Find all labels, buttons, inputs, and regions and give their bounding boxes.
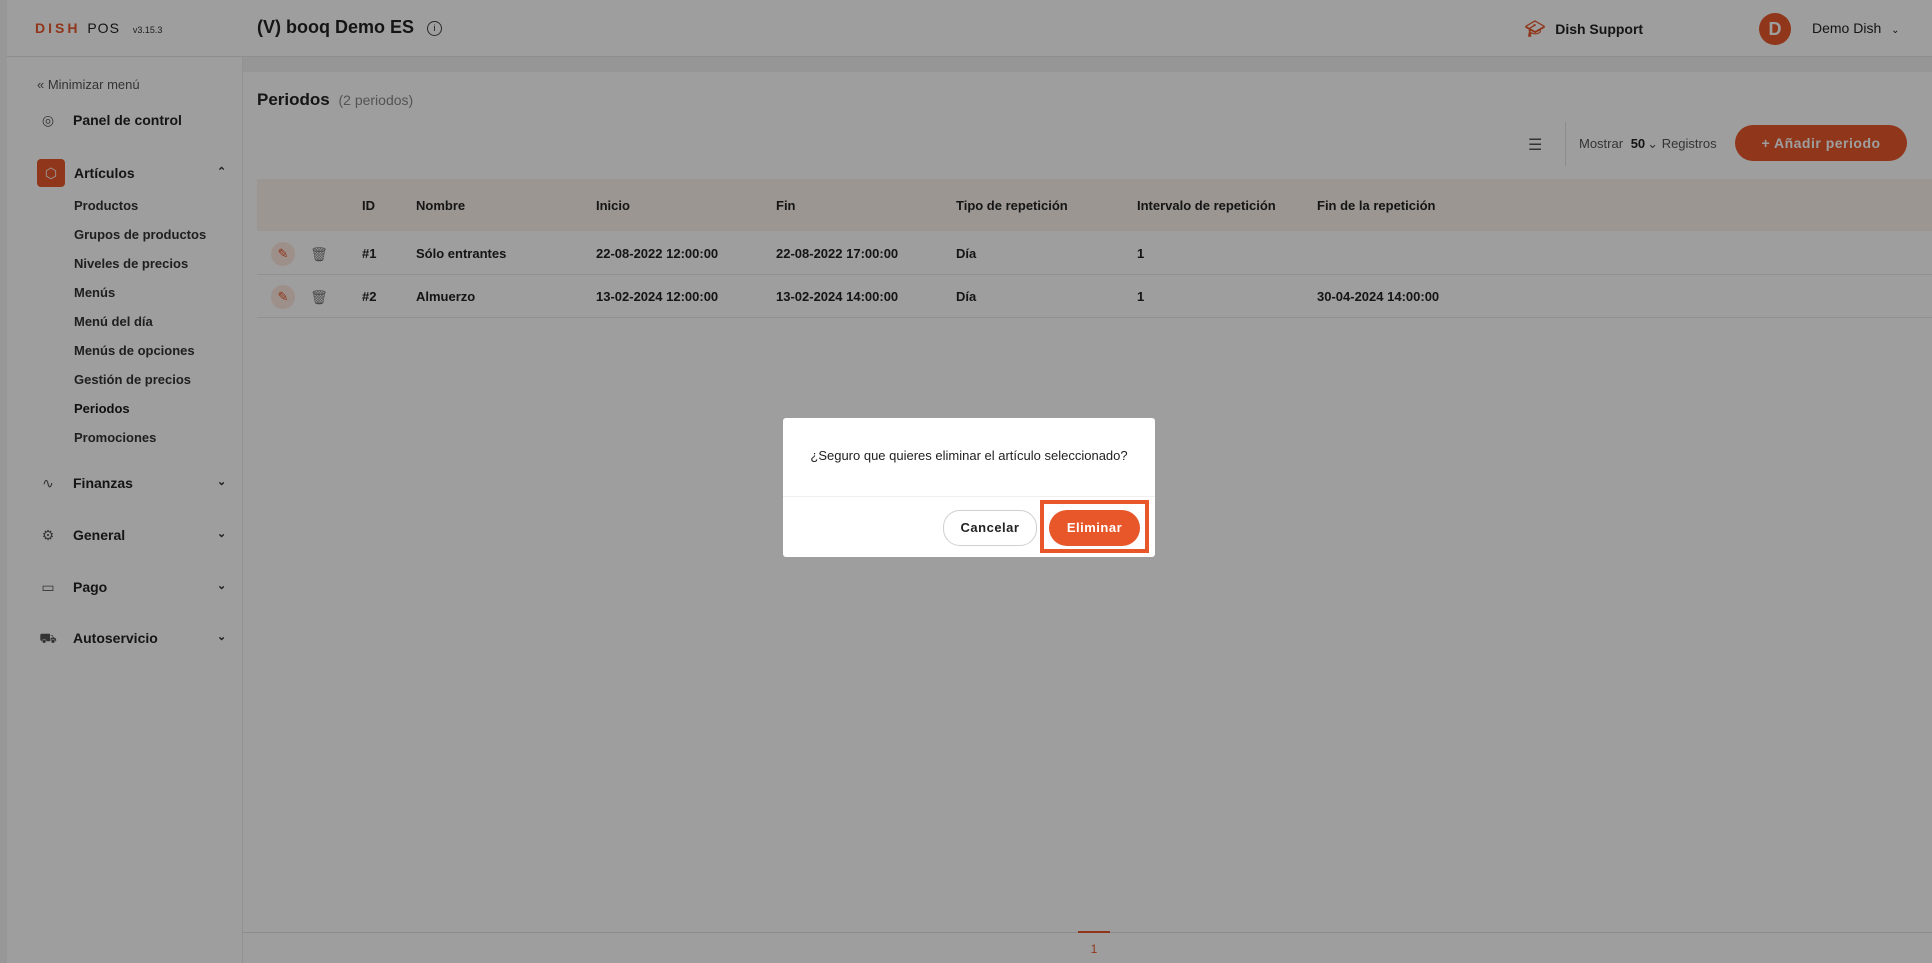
eliminar-button[interactable]: Eliminar [1049, 510, 1140, 546]
cancel-button[interactable]: Cancelar [943, 510, 1037, 546]
confirm-delete-dialog: ¿Seguro que quieres eliminar el artículo… [783, 418, 1155, 557]
dialog-question: ¿Seguro que quieres eliminar el artículo… [810, 448, 1128, 463]
dialog-divider [783, 496, 1155, 497]
